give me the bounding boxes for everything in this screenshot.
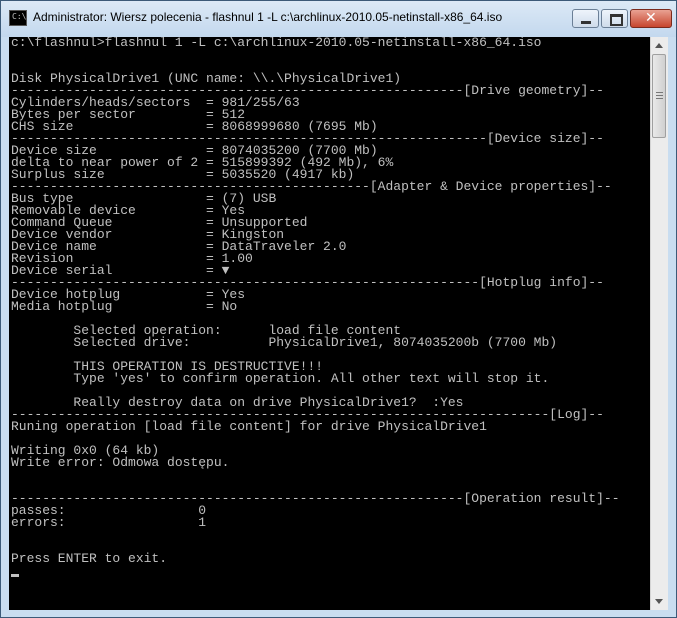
console-icon-label: C:\ xyxy=(12,12,27,21)
minimize-button[interactable] xyxy=(572,9,599,28)
minimize-icon xyxy=(581,21,591,24)
maximize-icon xyxy=(610,14,623,26)
close-button[interactable]: ✕ xyxy=(630,9,672,28)
window-title: Administrator: Wiersz polecenia - flashn… xyxy=(33,10,503,24)
console-line: Selected drive: PhysicalDrive1, 80740352… xyxy=(11,335,558,350)
scroll-down-button[interactable] xyxy=(651,593,668,610)
console-window: C:\ Administrator: Wiersz polecenia - fl… xyxy=(0,0,677,618)
text-cursor xyxy=(11,574,19,577)
console-line: Type 'yes' to confirm operation. All oth… xyxy=(11,371,550,386)
maximize-button[interactable] xyxy=(601,9,628,28)
console-text: c:\flashnul>flashnul 1 -L c:\archlinux-2… xyxy=(9,37,650,577)
close-icon: ✕ xyxy=(645,10,657,26)
console-line: Media hotplug = No xyxy=(11,299,238,314)
thumb-grip-icon xyxy=(656,92,663,93)
scroll-up-button[interactable] xyxy=(651,37,668,54)
vertical-scrollbar[interactable] xyxy=(650,37,668,610)
scroll-down-arrow-icon xyxy=(655,599,663,604)
console-line: Press ENTER to exit. xyxy=(11,551,168,566)
console-line: Write error: Odmowa dostępu. xyxy=(11,455,230,470)
title-bar[interactable]: C:\ Administrator: Wiersz polecenia - fl… xyxy=(1,1,676,37)
console-line: c:\flashnul>flashnul 1 -L c:\archlinux-2… xyxy=(11,37,542,50)
console-line: Runing operation [load file content] for… xyxy=(11,419,487,434)
console-icon[interactable]: C:\ xyxy=(9,10,27,26)
console-output[interactable]: c:\flashnul>flashnul 1 -L c:\archlinux-2… xyxy=(9,37,650,610)
scroll-up-arrow-icon xyxy=(655,43,663,48)
thumb-grip-icon xyxy=(656,95,663,96)
console-line: errors: 1 xyxy=(11,515,207,530)
thumb-grip-icon xyxy=(656,98,663,99)
scrollbar-thumb[interactable] xyxy=(652,54,666,138)
